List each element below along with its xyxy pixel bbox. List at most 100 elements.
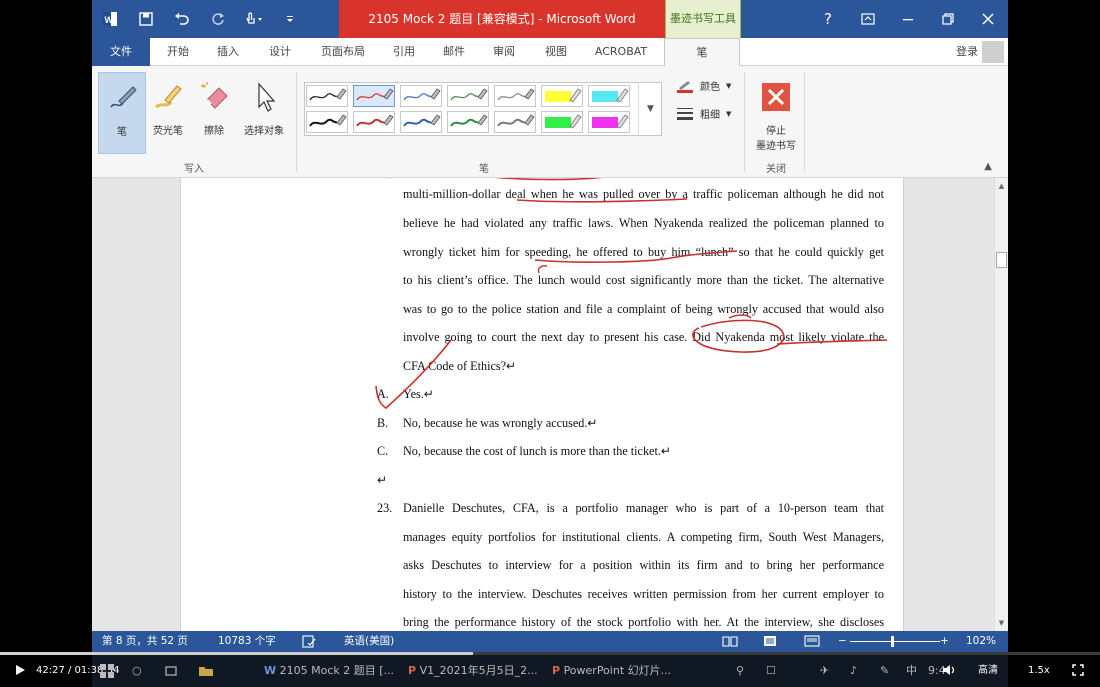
pen-button[interactable]: 笔: [98, 72, 146, 154]
zoom-in-icon[interactable]: +: [940, 631, 949, 652]
player-volume-icon[interactable]: [942, 655, 956, 687]
task-view-icon[interactable]: [164, 659, 178, 683]
ribbon-display-icon[interactable]: [848, 0, 888, 38]
taskbar-item-label: PowerPoint 幻灯片...: [563, 664, 672, 677]
avatar[interactable]: [982, 41, 1004, 63]
sign-in-link[interactable]: 登录: [956, 38, 978, 66]
pen-icon: [99, 73, 145, 123]
word-count[interactable]: 10783 个字: [218, 631, 276, 652]
people-icon[interactable]: ⚲: [736, 659, 744, 683]
pen-swatch[interactable]: [447, 111, 489, 133]
highlighter-swatch[interactable]: [588, 111, 630, 133]
cursor-arrow-icon: [236, 72, 292, 122]
pen-swatch[interactable]: [306, 85, 348, 107]
tab-view[interactable]: 视图: [536, 38, 576, 66]
ime-indicator[interactable]: 中: [906, 659, 917, 683]
ink-underline: [534, 250, 738, 263]
fullscreen-icon[interactable]: [1072, 655, 1084, 687]
network-icon[interactable]: ☐: [766, 659, 776, 683]
pen-swatch[interactable]: [353, 111, 395, 133]
pen-swatch[interactable]: [494, 85, 536, 107]
file-explorer-icon[interactable]: [198, 659, 214, 683]
pen-swatch[interactable]: [353, 85, 395, 107]
collapse-ribbon-icon[interactable]: ▲: [984, 161, 992, 172]
zoom-slider[interactable]: [850, 641, 940, 642]
proofing-icon[interactable]: [302, 631, 316, 652]
taskbar-item-powerpoint-2[interactable]: P PowerPoint 幻灯片...: [552, 659, 671, 683]
zoom-level[interactable]: 102%: [966, 631, 996, 652]
pen-swatch[interactable]: [494, 111, 536, 133]
page-count[interactable]: 第 8 页，共 52 页: [102, 631, 188, 652]
quick-access-toolbar: W: [92, 0, 308, 38]
scroll-up-icon[interactable]: ▲: [995, 180, 1008, 192]
document-page[interactable]: multi-million-dollar deal when he was pu…: [180, 178, 904, 631]
close-icon[interactable]: [968, 0, 1008, 38]
stop-inking-label: 墨迹书写: [756, 141, 796, 152]
save-icon[interactable]: [128, 0, 164, 38]
eraser-button[interactable]: 擦除: [194, 72, 234, 154]
redo-icon[interactable]: [200, 0, 236, 38]
eraser-label: 擦除: [204, 126, 224, 137]
print-layout-icon[interactable]: [762, 631, 778, 652]
highlighter-swatch[interactable]: [541, 111, 583, 133]
tab-review[interactable]: 审阅: [484, 38, 524, 66]
language-indicator[interactable]: 英语(美国): [344, 631, 394, 652]
undo-icon[interactable]: [164, 0, 200, 38]
tab-home[interactable]: 开始: [158, 38, 198, 66]
highlighter-swatch[interactable]: [588, 85, 630, 107]
plane-icon[interactable]: ✈: [820, 659, 829, 683]
window-controls: ?: [808, 0, 1008, 38]
web-layout-icon[interactable]: [804, 631, 820, 652]
zoom-out-icon[interactable]: −: [838, 631, 847, 652]
stop-inking-icon: [750, 72, 802, 122]
tab-acrobat[interactable]: ACROBAT: [588, 38, 654, 66]
color-button[interactable]: 颜色 ▼: [676, 78, 731, 93]
tab-mailings[interactable]: 邮件: [434, 38, 474, 66]
ink-checkmark: [375, 339, 452, 409]
highlighter-swatch[interactable]: [541, 85, 583, 107]
tab-page-layout[interactable]: 页面布局: [310, 38, 376, 66]
zoom-slider-thumb[interactable]: [891, 636, 894, 647]
ink-underline: [516, 198, 688, 203]
title-highlight: 2105 Mock 2 题目 [兼容模式] - Microsoft Word: [339, 0, 665, 38]
ink-tools-context-tab: 墨迹书写工具: [665, 0, 741, 40]
minimize-icon[interactable]: [888, 0, 928, 38]
stop-inking-button[interactable]: 停止 墨迹书写: [750, 72, 802, 154]
pen-swatch[interactable]: [400, 85, 442, 107]
video-player-controls: 42:27 / 01:38:34 ○ W 2105 Mock 2 题目 [...…: [0, 655, 1100, 687]
pen-swatch[interactable]: [447, 85, 489, 107]
document-area[interactable]: multi-million-dollar deal when he was pu…: [92, 178, 1008, 631]
tab-references[interactable]: 引用: [384, 38, 424, 66]
word-logo-icon: W: [92, 0, 128, 38]
vertical-scrollbar[interactable]: ▲ ▼: [994, 178, 1008, 631]
highlighter-button[interactable]: 荧光笔: [148, 72, 188, 154]
help-icon[interactable]: ?: [808, 0, 848, 38]
restore-icon[interactable]: [928, 0, 968, 38]
windows-start-icon[interactable]: [100, 659, 114, 683]
volume-icon[interactable]: ♪: [850, 659, 857, 683]
pen-swatch[interactable]: [400, 111, 442, 133]
window-title: 2105 Mock 2 题目 [兼容模式] - Microsoft Word: [368, 12, 636, 26]
ink-stroke: [728, 314, 752, 319]
tab-design[interactable]: 设计: [260, 38, 300, 66]
select-objects-button[interactable]: 选择对象: [236, 72, 292, 154]
customize-qat-icon[interactable]: [272, 0, 308, 38]
tab-file[interactable]: 文件: [92, 38, 150, 66]
speed-button[interactable]: 1.5x: [1028, 655, 1050, 687]
search-circle-icon[interactable]: ○: [132, 659, 142, 683]
read-mode-icon[interactable]: [722, 631, 738, 652]
pen-tray-icon[interactable]: ✎: [880, 659, 889, 683]
scroll-down-icon[interactable]: ▼: [995, 617, 1008, 629]
pen-gallery-more-icon[interactable]: ▼: [638, 82, 662, 136]
tab-pen[interactable]: 笔: [664, 38, 740, 67]
quality-button[interactable]: 高清: [978, 655, 998, 687]
taskbar-item-powerpoint-1[interactable]: P V1_2021年5月5日_2...: [408, 659, 538, 683]
pen-swatch[interactable]: [306, 111, 348, 133]
tab-insert[interactable]: 插入: [208, 38, 248, 66]
select-objects-label: 选择对象: [244, 126, 284, 137]
play-icon[interactable]: [14, 655, 26, 687]
thickness-button[interactable]: 粗细 ▼: [676, 106, 731, 121]
taskbar-item-word[interactable]: W 2105 Mock 2 题目 [...: [264, 659, 394, 683]
scroll-thumb[interactable]: [996, 252, 1007, 268]
touch-mode-icon[interactable]: [236, 0, 272, 38]
